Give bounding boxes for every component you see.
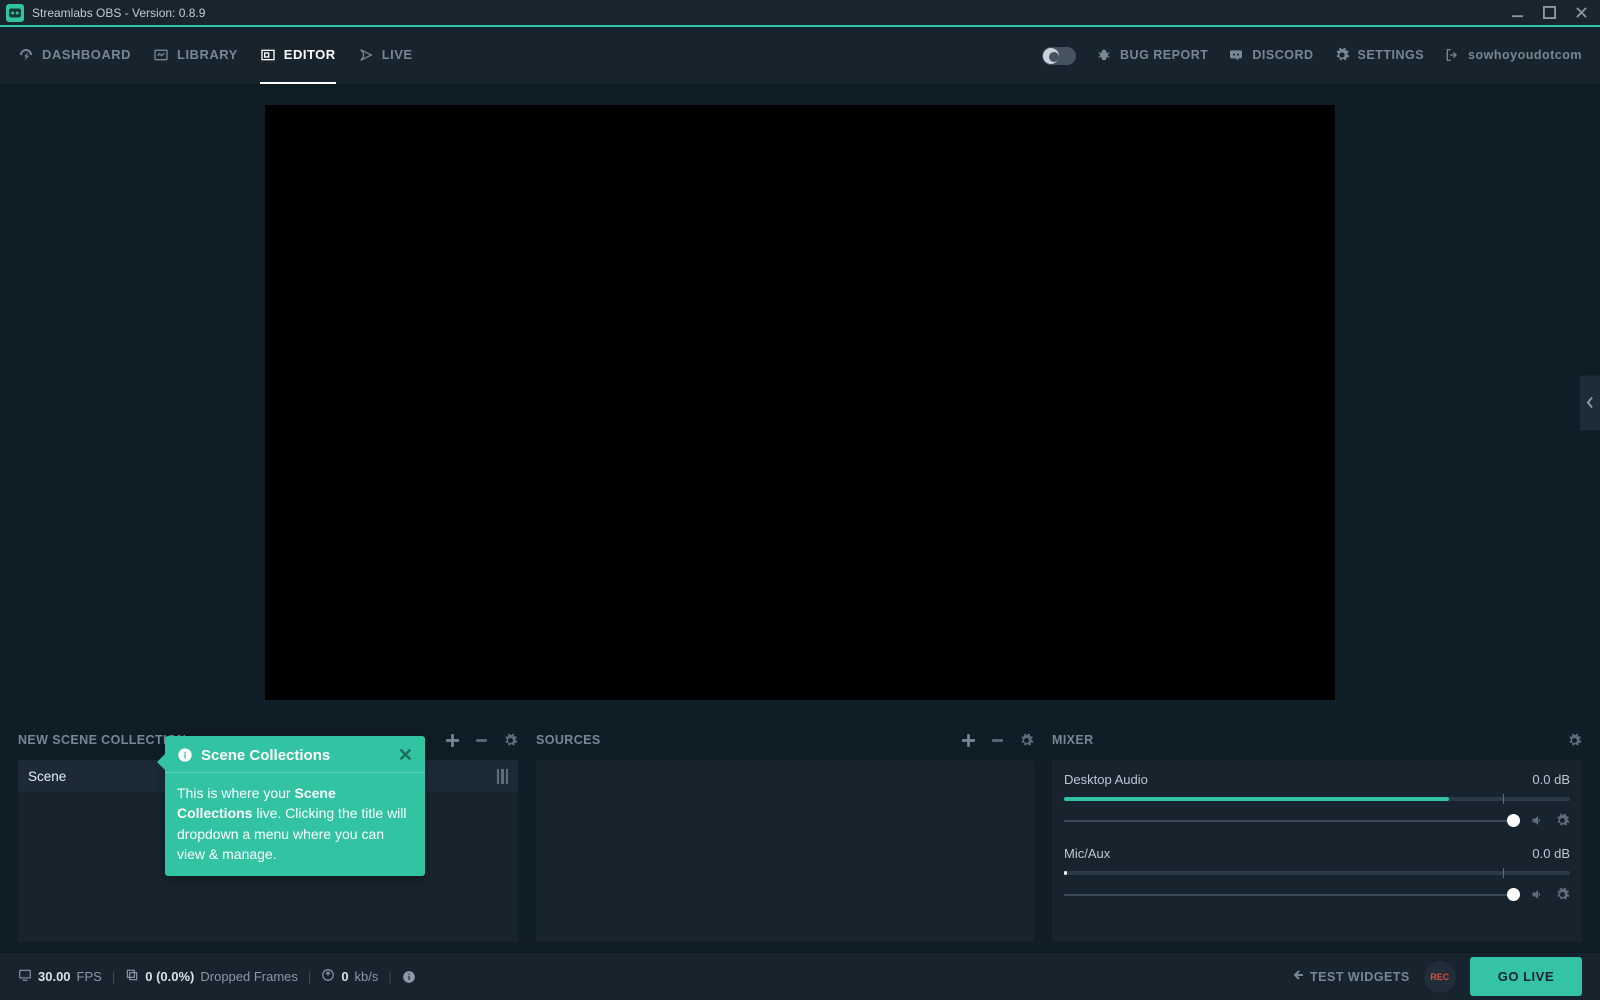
live-icon xyxy=(358,47,374,63)
go-live-button[interactable]: GO LIVE xyxy=(1470,957,1582,996)
upload-icon xyxy=(321,968,335,985)
record-button[interactable]: REC xyxy=(1424,961,1456,993)
test-widgets-button[interactable]: TEST WIDGETS xyxy=(1292,969,1410,984)
mixer-channel-mic: Mic/Aux 0.0 dB xyxy=(1052,834,1582,908)
sources-header-label: SOURCES xyxy=(536,733,601,747)
scene-transition-icon[interactable] xyxy=(497,769,509,784)
info-button[interactable] xyxy=(402,970,416,984)
source-settings-button[interactable] xyxy=(1019,733,1034,748)
nav-bug-report[interactable]: BUG REPORT xyxy=(1096,47,1208,65)
gear-icon[interactable] xyxy=(1555,813,1570,828)
sources-panel-header: SOURCES xyxy=(536,720,1034,760)
editor-icon xyxy=(260,47,276,63)
logout-icon xyxy=(1444,47,1460,63)
tooltip-title: Scene Collections xyxy=(201,747,330,764)
sources-list[interactable] xyxy=(536,760,1034,942)
gear-icon xyxy=(1334,47,1350,63)
arrow-left-icon xyxy=(1292,969,1304,984)
speaker-icon[interactable] xyxy=(1530,887,1545,902)
nav-item-label: LIBRARY xyxy=(177,47,238,62)
nav-item-label: EDITOR xyxy=(284,47,336,62)
preview-area xyxy=(0,85,1600,720)
nav-item-label: sowhoyoudotcom xyxy=(1468,48,1582,62)
layers-icon xyxy=(125,968,139,985)
right-drawer-toggle[interactable] xyxy=(1580,375,1600,430)
speaker-icon[interactable] xyxy=(1530,813,1545,828)
window-maximize-icon[interactable] xyxy=(1542,6,1556,20)
nav-item-label: LIVE xyxy=(382,47,413,62)
fps-stat: 30.00 FPS xyxy=(18,968,102,985)
nav-discord[interactable]: DISCORD xyxy=(1228,47,1313,65)
scenes-panel: NEW SCENE COLLECTION Scene xyxy=(18,720,518,942)
mixer-channel-label: Desktop Audio xyxy=(1064,772,1148,787)
stream-preview[interactable] xyxy=(265,105,1335,700)
add-scene-button[interactable] xyxy=(445,733,460,748)
volume-slider[interactable] xyxy=(1064,894,1520,896)
gear-icon[interactable] xyxy=(1555,887,1570,902)
nav-item-label: SETTINGS xyxy=(1358,48,1425,62)
nav-editor[interactable]: EDITOR xyxy=(260,27,336,84)
nav-library[interactable]: LIBRARY xyxy=(153,27,238,84)
tooltip-body: This is where your Scene Collections liv… xyxy=(165,772,425,876)
mixer-header-label: MIXER xyxy=(1052,733,1094,747)
audio-meter xyxy=(1064,871,1570,875)
monitor-icon xyxy=(18,968,32,985)
app-logo xyxy=(6,4,24,22)
mixer-panel-header: MIXER xyxy=(1052,720,1582,760)
mixer-channel-db: 0.0 dB xyxy=(1532,846,1570,861)
main-nav: DASHBOARD LIBRARY EDITOR LIVE xyxy=(0,27,1600,85)
mixer-settings-button[interactable] xyxy=(1567,733,1582,748)
svg-text:i: i xyxy=(184,750,187,760)
nav-live[interactable]: LIVE xyxy=(358,27,413,84)
add-source-button[interactable] xyxy=(961,733,976,748)
scene-label: Scene xyxy=(28,769,66,784)
mixer-channel-db: 0.0 dB xyxy=(1532,772,1570,787)
library-icon xyxy=(153,47,169,63)
app-title: Streamlabs OBS - Version: 0.8.9 xyxy=(32,6,205,20)
status-bar: 30.00 FPS | 0 (0.0%) Dropped Frames | 0 … xyxy=(0,952,1600,1000)
window-close-icon[interactable] xyxy=(1574,6,1588,20)
discord-icon xyxy=(1228,47,1244,63)
remove-scene-button[interactable] xyxy=(474,733,489,748)
nav-item-label: DASHBOARD xyxy=(42,47,131,62)
dropped-frames-stat: 0 (0.0%) Dropped Frames xyxy=(125,968,298,985)
nav-dashboard[interactable]: DASHBOARD xyxy=(18,27,131,84)
audio-meter xyxy=(1064,797,1570,801)
titlebar: Streamlabs OBS - Version: 0.8.9 xyxy=(0,0,1600,27)
volume-slider[interactable] xyxy=(1064,820,1520,822)
mixer-panel: MIXER Desktop Audio 0.0 dB xyxy=(1052,720,1582,942)
tooltip-close-icon[interactable]: ✕ xyxy=(398,746,413,764)
nav-item-label: DISCORD xyxy=(1252,48,1313,62)
mixer-channel-label: Mic/Aux xyxy=(1064,846,1110,861)
scene-collections-tooltip: i Scene Collections ✕ This is where your… xyxy=(165,736,425,876)
sources-panel: SOURCES xyxy=(536,720,1034,942)
mixer-channel-desktop: Desktop Audio 0.0 dB xyxy=(1052,760,1582,834)
nav-settings[interactable]: SETTINGS xyxy=(1334,47,1425,65)
window-minimize-icon[interactable] xyxy=(1510,6,1524,20)
nav-user[interactable]: sowhoyoudotcom xyxy=(1444,47,1582,65)
bitrate-stat: 0 kb/s xyxy=(321,968,378,985)
bug-icon xyxy=(1096,47,1112,63)
remove-source-button[interactable] xyxy=(990,733,1005,748)
info-icon: i xyxy=(177,747,193,763)
scene-settings-button[interactable] xyxy=(503,733,518,748)
dashboard-icon xyxy=(18,47,34,63)
night-mode-toggle[interactable] xyxy=(1042,47,1076,65)
scenes-header-label: NEW SCENE COLLECTION xyxy=(18,733,186,747)
nav-item-label: BUG REPORT xyxy=(1120,48,1208,62)
bottom-panels: NEW SCENE COLLECTION Scene xyxy=(0,720,1600,952)
